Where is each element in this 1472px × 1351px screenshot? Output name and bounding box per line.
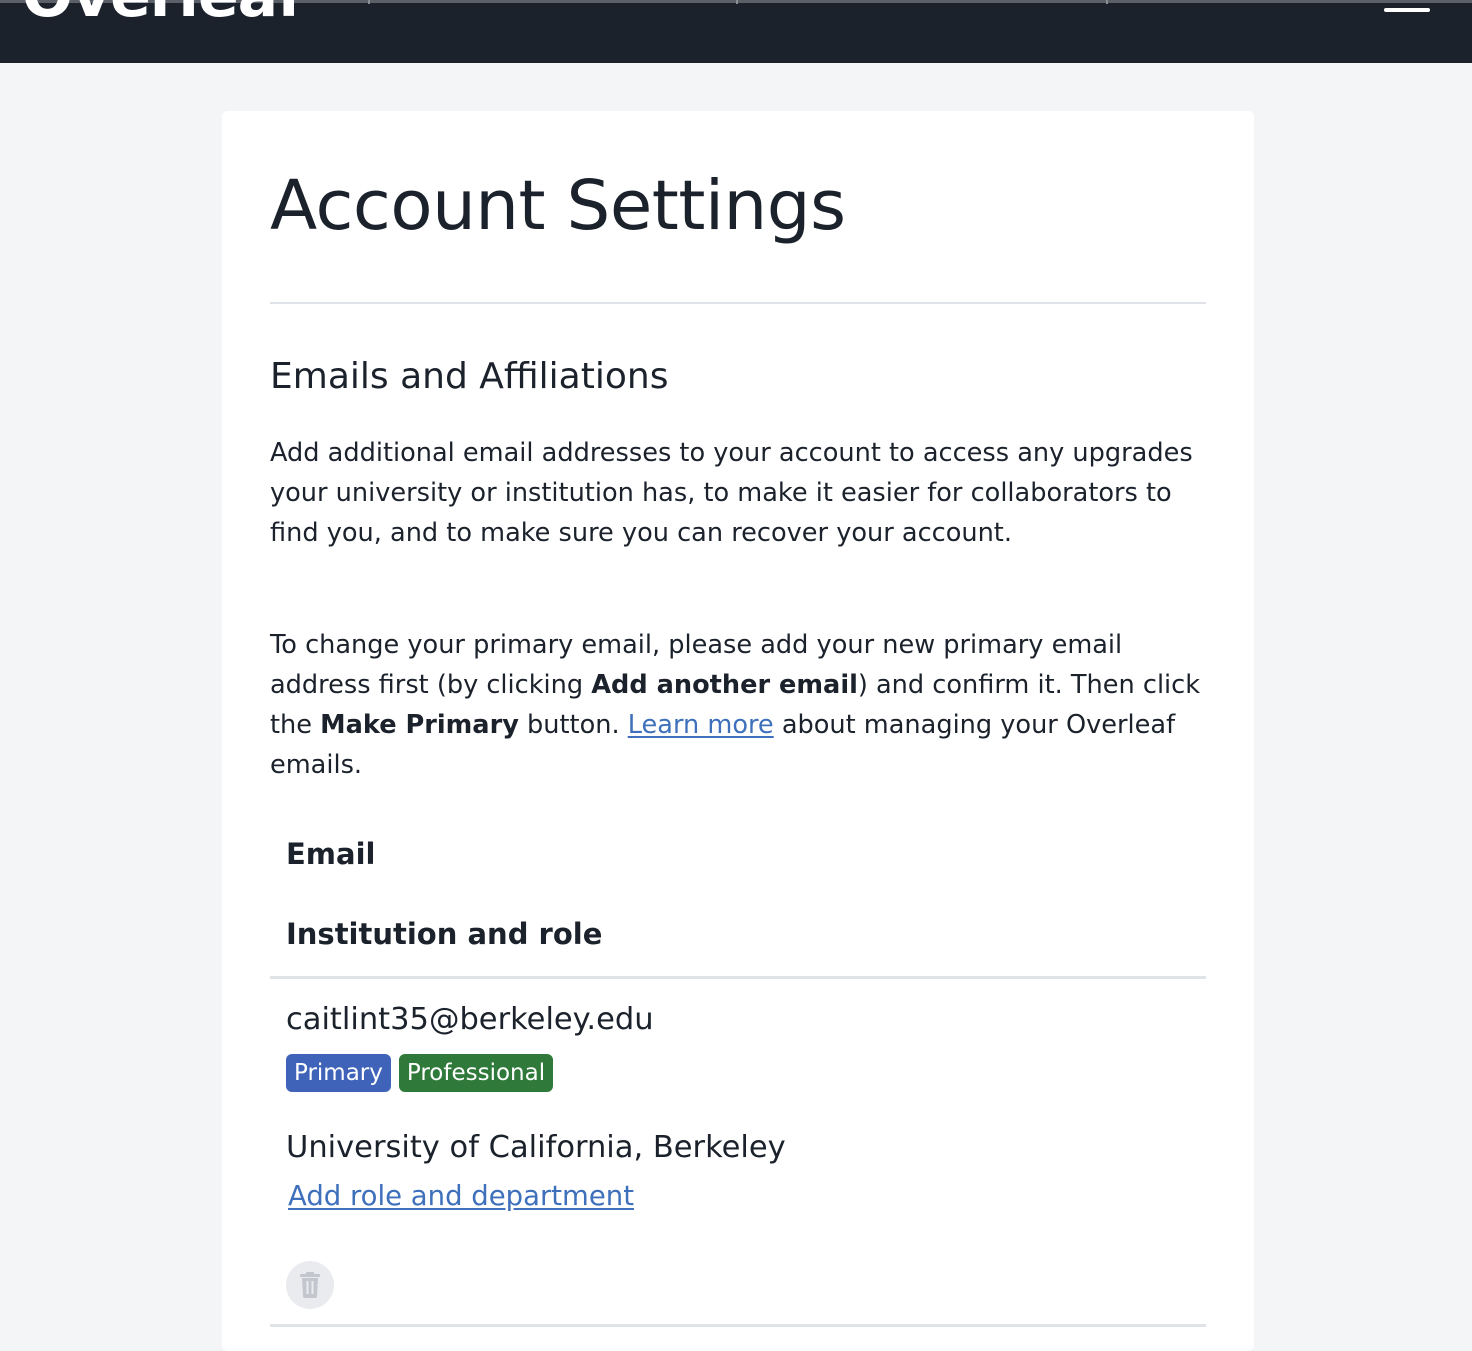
primary-badge: Primary <box>286 1054 391 1092</box>
page-title: Account Settings <box>270 166 846 246</box>
professional-badge: Professional <box>398 1054 554 1092</box>
account-settings-card: Account Settings Emails and Affiliations… <box>222 111 1254 1351</box>
change-primary-text-part3: button. <box>518 710 628 740</box>
email-address: caitlint35@berkeley.edu <box>286 1002 654 1037</box>
row-bottom-rule <box>270 1324 1206 1327</box>
add-role-link[interactable]: Add role and department <box>288 1180 634 1212</box>
hamburger-menu-icon[interactable] <box>1384 0 1430 16</box>
institution-column-header: Institution and role <box>286 917 603 951</box>
email-badges: Primary Professional <box>286 1054 554 1092</box>
change-primary-text: To change your primary email, please add… <box>270 625 1206 785</box>
institution-name: University of California, Berkeley <box>286 1130 786 1165</box>
email-column-header: Email <box>286 837 376 871</box>
emails-intro-text: Add additional email addresses to your a… <box>270 438 1193 548</box>
add-another-email-emphasis: Add another email <box>591 670 858 700</box>
overleaf-logo[interactable]: Overleaf <box>22 0 303 26</box>
table-header-rule <box>270 976 1206 979</box>
emails-section-title: Emails and Affiliations <box>270 356 669 397</box>
make-primary-emphasis: Make Primary <box>320 710 519 740</box>
trash-icon <box>300 1272 320 1298</box>
delete-email-button[interactable] <box>286 1261 334 1309</box>
title-divider <box>270 302 1206 304</box>
top-navbar: Overleaf <box>0 0 1472 63</box>
learn-more-link[interactable]: Learn more <box>628 710 774 740</box>
